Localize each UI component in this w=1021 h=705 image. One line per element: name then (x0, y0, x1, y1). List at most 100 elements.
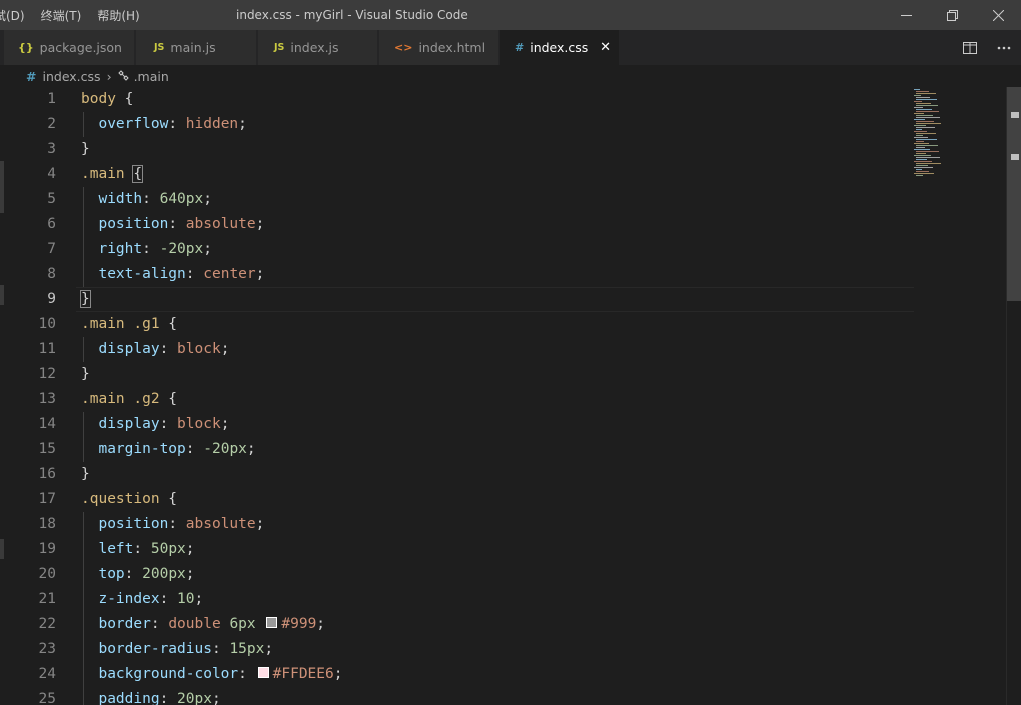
code-line[interactable]: 23 border-radius: 15px; (0, 637, 1010, 662)
line-number: 5 (47, 191, 56, 207)
code-line[interactable]: 1 body { (0, 87, 1010, 112)
code-line[interactable]: 9} (0, 287, 1010, 312)
code-line[interactable]: 10 .main .g1 { (0, 312, 1010, 337)
code-token: ; (203, 191, 212, 207)
more-icon (997, 46, 1011, 49)
menu-help[interactable]: 帮助(H) (97, 7, 139, 24)
code-line[interactable]: 21 z-index: 10; (0, 587, 1010, 612)
line-number: 18 (38, 516, 56, 532)
minimap-line (914, 101, 922, 102)
vertical-scrollbar[interactable] (1006, 87, 1021, 705)
code-line[interactable]: 8 text-align: center; (0, 262, 1010, 287)
minimap[interactable] (910, 87, 1000, 705)
scrollbar-thumb[interactable] (1007, 87, 1021, 301)
line-number: 12 (38, 366, 56, 382)
minimap-line (914, 131, 927, 132)
code-token: .main .g1 (81, 316, 160, 332)
code-line[interactable]: 15 margin-top: -20px; (0, 437, 1010, 462)
js-file-icon: JS (154, 42, 165, 53)
line-number: 19 (38, 541, 56, 557)
line-code: .main { (81, 162, 144, 187)
code-line[interactable]: 6 position: absolute; (0, 212, 1010, 237)
code-line[interactable]: 5 width: 640px; (0, 187, 1010, 212)
code-editor[interactable]: 1 body {2 overflow: hidden; 3} 4 .main {5 wi… (0, 87, 1021, 705)
code-token: : (168, 216, 186, 232)
window-controls (883, 0, 1021, 30)
tab-label: index.css (530, 40, 589, 55)
code-token: body (81, 91, 116, 107)
code-token: block (177, 416, 221, 432)
code-token: 200px (142, 566, 186, 582)
title-bar: 试(D) 终端(T) 帮助(H) index.css - myGirl - Vi… (0, 0, 1021, 30)
code-token: display (98, 416, 160, 432)
code-line[interactable]: 4 .main { (0, 162, 1010, 187)
minimap-line (914, 149, 930, 150)
tab-package-json[interactable]: {} package.json (4, 30, 135, 65)
close-window-button[interactable] (975, 0, 1021, 30)
code-line[interactable]: 12} (0, 362, 1010, 387)
code-token: { (115, 91, 134, 107)
code-token: absolute (185, 516, 256, 532)
code-line[interactable]: 24 background-color: #FFDEE6; (0, 662, 1010, 687)
code-token: } (81, 466, 90, 482)
code-line[interactable]: 11 display: block; (0, 337, 1010, 362)
code-line[interactable]: 3} (0, 137, 1010, 162)
code-line[interactable]: 25 padding: 20px; (0, 687, 1010, 705)
code-line[interactable]: 2 overflow: hidden; (0, 112, 1010, 137)
line-number: 7 (47, 241, 56, 257)
minimap-line (914, 137, 928, 138)
line-code: } (81, 362, 90, 387)
code-line[interactable]: 7 right: -20px; (0, 237, 1010, 262)
tab-main-js[interactable]: JS main.js (136, 30, 257, 65)
tab-index-css[interactable]: # index.css ✕ (500, 30, 620, 65)
minimap-line (916, 145, 938, 146)
code-token: ; (264, 641, 274, 657)
close-tab-icon[interactable]: ✕ (600, 40, 611, 55)
code-token: ; (211, 691, 221, 705)
code-line[interactable]: 19 left: 50px; (0, 537, 1010, 562)
line-code: background-color: #FFDEE6; (81, 662, 342, 687)
minimap-line (914, 173, 934, 174)
code-line[interactable]: 17 .question { (0, 487, 1010, 512)
code-token: .question (81, 491, 160, 507)
breadcrumb-symbol[interactable]: .main (117, 69, 169, 84)
minimap-line (916, 153, 926, 154)
more-actions-button[interactable] (987, 30, 1021, 65)
code-token: { (132, 165, 144, 183)
tab-label: index.js (290, 40, 339, 55)
code-line[interactable]: 13 .main .g2 { (0, 387, 1010, 412)
code-token: #FFDEE6 (272, 666, 334, 682)
code-token: ; (255, 266, 265, 282)
line-code: width: 640px; (81, 187, 212, 212)
code-token: : (185, 266, 204, 282)
code-token: : (211, 641, 230, 657)
code-line[interactable]: 20 top: 200px; (0, 562, 1010, 587)
minimize-button[interactable] (883, 0, 929, 30)
code-line[interactable]: 16} (0, 462, 1010, 487)
code-token: .main .g2 (81, 391, 160, 407)
minimap-line (916, 105, 938, 106)
tab-index-js[interactable]: JS index.js (258, 30, 378, 65)
code-line[interactable]: 14 display: block; (0, 412, 1010, 437)
code-line[interactable]: 18 position: absolute; (0, 512, 1010, 537)
split-editor-button[interactable] (953, 30, 987, 65)
menu-terminal[interactable]: 终端(T) (41, 7, 82, 24)
code-token: overflow (98, 116, 169, 132)
menu-debug[interactable]: 试(D) (0, 7, 25, 24)
code-token: margin-top (98, 441, 186, 457)
code-token: 15px (229, 641, 265, 657)
line-code: padding: 20px; (81, 687, 221, 705)
tab-index-html[interactable]: <> index.html (379, 30, 499, 65)
code-line[interactable]: 22 border: double 6px #999; (0, 612, 1010, 637)
line-number: 17 (38, 491, 56, 507)
minimap-line (916, 135, 923, 136)
color-swatch[interactable] (257, 667, 269, 678)
breadcrumb-file[interactable]: # index.css (26, 69, 101, 84)
restore-button[interactable] (929, 0, 975, 30)
color-swatch[interactable] (266, 617, 278, 628)
code-token: { (159, 391, 178, 407)
minimap-line (914, 89, 920, 90)
minimap-line (914, 125, 926, 126)
code-token: double (168, 616, 230, 632)
scrollbar-marker (1011, 112, 1019, 118)
